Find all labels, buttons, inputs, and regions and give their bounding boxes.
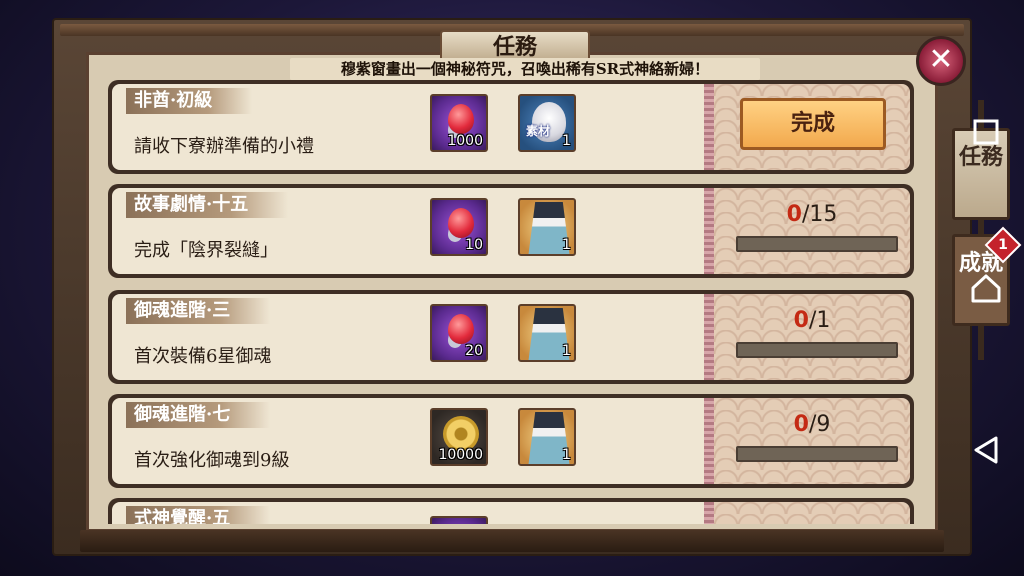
reward-tag: 素材 [526,124,551,138]
row-divider [704,398,714,484]
reward-count: 1 [562,237,571,253]
task-name: 御魂進階·三 [126,298,271,324]
progress-bar [736,342,898,358]
progress-text: 0/1 [714,308,910,333]
reward-item[interactable]: 10 [430,198,488,256]
reward-item[interactable]: 1000 [430,94,488,152]
recent-apps-icon[interactable] [968,114,1004,150]
task-row: 御魂進階·三 首次裝備6星御魂 20 1 0/1 [108,290,914,384]
reward-item[interactable]: 20 [430,304,488,362]
reward-count: 1000 [447,133,483,149]
reward-count: 10000 [438,447,483,463]
row-divider [704,502,714,524]
progress-current: 0 [793,308,809,333]
row-divider [704,84,714,170]
progress-text: 0/15 [714,202,910,227]
close-icon: ✕ [928,42,954,77]
task-name: 故事劇情·十五 [126,192,289,218]
task-desc: 首次強化御魂到9級 [134,450,290,471]
progress-total: /1 [808,308,831,333]
progress-current: 0 [793,412,809,437]
task-desc: 首次裝備6星御魂 [134,346,272,367]
close-button[interactable]: ✕ [916,36,966,86]
reward-count: 1 [562,343,571,359]
progress-total: /15 [801,202,838,227]
progress-current: 0 [786,202,802,227]
progress-text: 0/9 [714,412,910,437]
task-row: 非酋·初級 請收下寮辦準備的小禮 1000 素材 1 完成 [108,80,914,174]
reward-item[interactable]: 10000 [430,408,488,466]
reward-count: 10 [465,237,483,253]
task-name: 御魂進階·七 [126,402,271,428]
progress-bar [736,446,898,462]
frame-bottom-beam [80,530,944,552]
task-row: 御魂進階·七 首次強化御魂到9級 10000 1 0/9 [108,394,914,488]
reward-item[interactable]: 1 [518,198,576,256]
task-desc: 完成「陰界裂縫」 [134,240,278,261]
reward-item[interactable]: 素材 1 [518,94,576,152]
red-orb-icon [448,314,474,344]
progress-total: /9 [808,412,831,437]
red-orb-icon [448,208,474,238]
row-divider [704,188,714,274]
task-row: 故事劇情·十五 完成「陰界裂縫」 10 1 0/15 [108,184,914,278]
task-name: 式神覺醒·五 [126,506,271,524]
red-orb-icon [448,104,474,134]
reward-item[interactable] [430,516,488,524]
reward-item[interactable]: 1 [518,408,576,466]
reward-count: 1 [562,133,571,149]
task-name: 非酋·初級 [126,88,253,114]
window-subtitle: 穆紫窗畫出一個神秘符咒，召喚出稀有SR式神絡新婦！ [290,58,760,80]
progress-bar [736,236,898,252]
reward-count: 1 [562,447,571,463]
back-icon[interactable] [968,432,1004,468]
row-divider [704,294,714,380]
reward-count: 20 [465,343,483,359]
complete-button[interactable]: 完成 [740,98,886,150]
task-row: 式神覺醒·五 [108,498,914,524]
reward-item[interactable]: 1 [518,304,576,362]
home-icon[interactable] [968,270,1004,306]
task-desc: 請收下寮辦準備的小禮 [134,136,314,157]
task-row-clip: 式神覺醒·五 [108,498,914,524]
